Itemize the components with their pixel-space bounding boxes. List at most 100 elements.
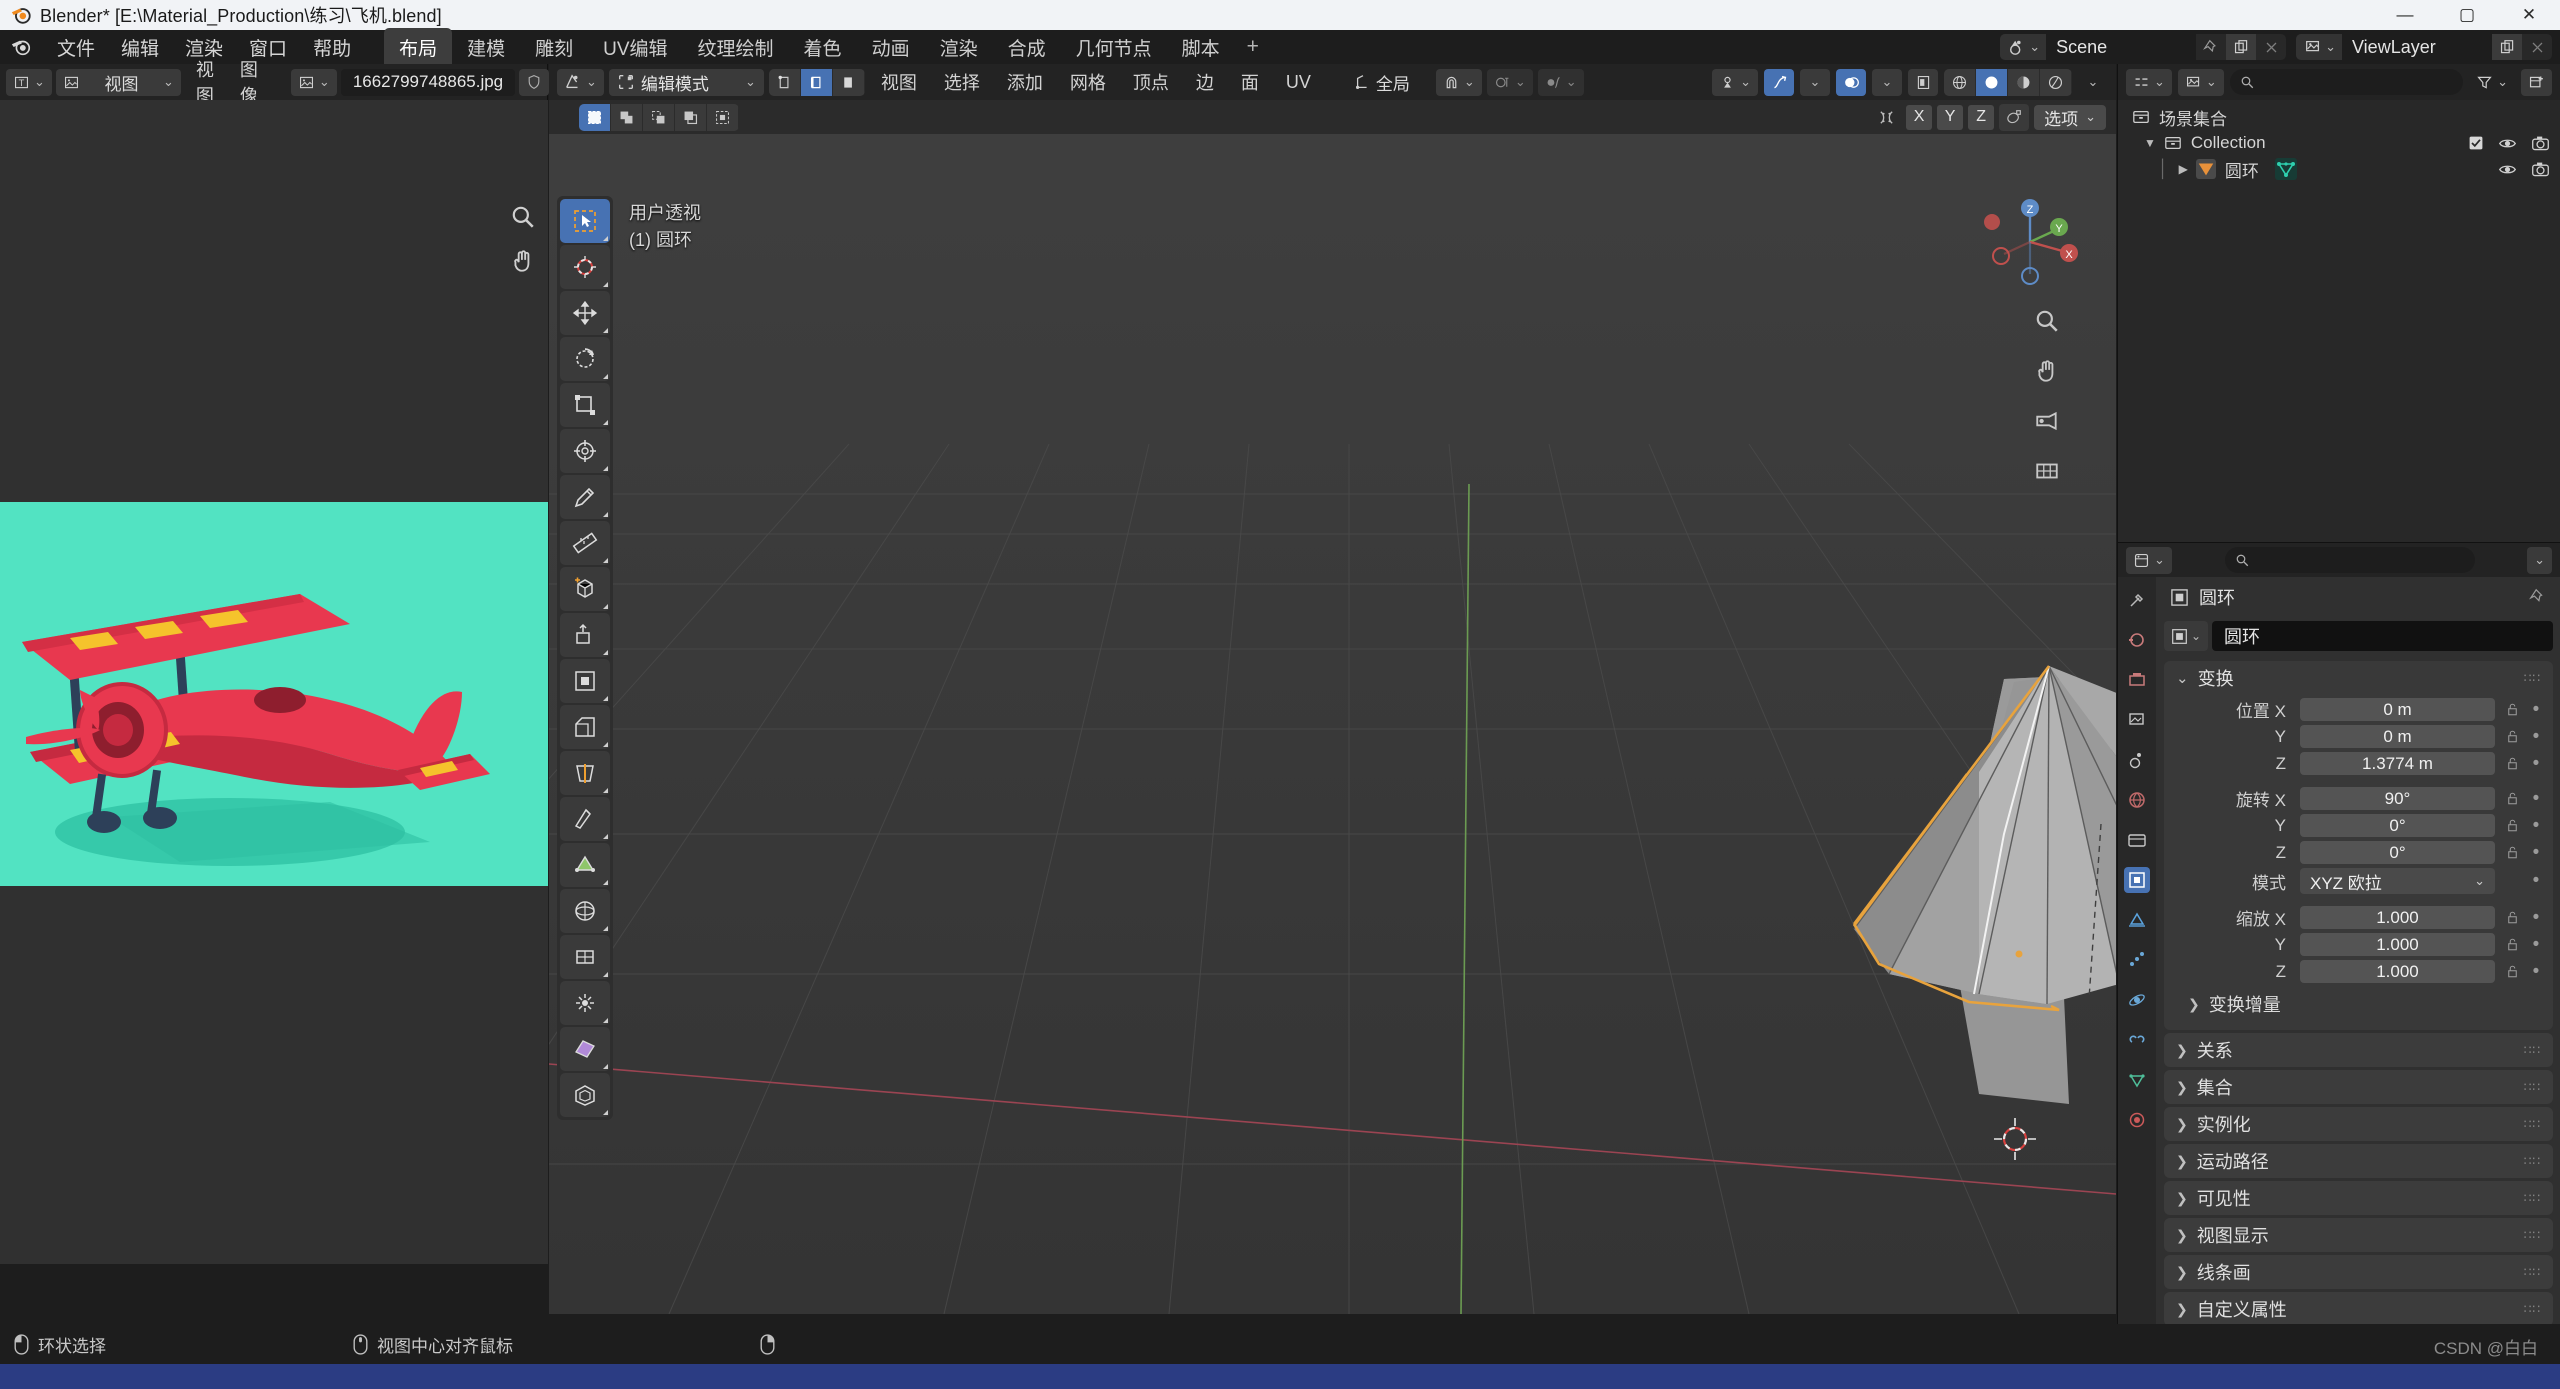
vertex-select-icon[interactable] — [768, 68, 801, 96]
eye-icon[interactable] — [2498, 134, 2517, 153]
menu-file[interactable]: 文件 — [44, 30, 108, 65]
viewport-menu-mesh[interactable]: 网格 — [1059, 66, 1117, 98]
mirror-x-icon[interactable] — [1871, 104, 1901, 131]
viewport-menu-edge[interactable]: 边 — [1185, 66, 1225, 98]
extrude-region-tool[interactable] — [560, 613, 610, 657]
view-axis-gizmo[interactable]: Z Y X — [1982, 194, 2078, 290]
transform-panel-header[interactable]: ⌄ 变换 ∷∷ — [2164, 661, 2553, 695]
3d-viewport[interactable]: ⌄ 编辑模式 ⌄ 视图 选择 添加 网格 顶点 边 面 UV 全局 ⌄ ⌄ ⌄ … — [549, 64, 2116, 1314]
rotation-mode-dropdown[interactable]: XYZ 欧拉 ⌄ — [2300, 868, 2495, 894]
mirror-axis-z-button[interactable]: Z — [1968, 104, 1995, 130]
workspace-tab-animation[interactable]: 动画 — [857, 28, 925, 67]
new-scene-icon[interactable] — [2226, 34, 2257, 60]
delete-scene-icon[interactable] — [2256, 34, 2286, 60]
move-tool[interactable] — [560, 291, 610, 335]
lock-rotation-z-icon[interactable] — [2501, 845, 2523, 860]
viewlayer-name[interactable]: ViewLayer — [2342, 34, 2492, 60]
viewport-display-panel-header[interactable]: ❯ 视图显示 ∷∷ — [2164, 1218, 2553, 1252]
scene-selector[interactable]: ⌄ Scene — [2000, 34, 2287, 60]
solid-shading-icon[interactable] — [1976, 68, 2008, 96]
minimize-button[interactable]: — — [2374, 0, 2436, 30]
scale-x-field[interactable]: 1.000 — [2300, 906, 2495, 929]
chevron-right-icon[interactable]: ❯ — [2176, 1079, 2188, 1096]
tab-render[interactable] — [2124, 627, 2150, 653]
viewport-menu-view[interactable]: 视图 — [870, 66, 928, 98]
animate-location-z-icon[interactable]: • — [2529, 753, 2543, 775]
rotation-y-field[interactable]: 0° — [2300, 814, 2495, 837]
relations-panel-header[interactable]: ❯ 关系 ∷∷ — [2164, 1033, 2553, 1067]
tweak-select-tool[interactable] — [560, 199, 610, 243]
outliner-search-input[interactable] — [2229, 69, 2464, 95]
tab-modifier[interactable] — [2124, 907, 2150, 933]
viewport-menu-select[interactable]: 选择 — [933, 66, 991, 98]
pin-scene-icon[interactable] — [2196, 34, 2226, 60]
chevron-right-icon[interactable]: ❯ — [2188, 996, 2200, 1013]
location-y-field[interactable]: 0 m — [2300, 725, 2495, 748]
blender-menu-icon[interactable] — [10, 36, 32, 58]
location-x-field[interactable]: 0 m — [2300, 698, 2495, 721]
chevron-right-icon[interactable]: ❯ — [2176, 1190, 2188, 1207]
smooth-tool[interactable] — [560, 935, 610, 979]
camera-view-icon[interactable] — [2030, 404, 2064, 438]
rotation-z-field[interactable]: 0° — [2300, 841, 2495, 864]
tab-view-layer[interactable] — [2124, 707, 2150, 733]
chevron-right-icon[interactable]: ❯ — [2176, 1301, 2188, 1318]
mirror-axis-y-button[interactable]: Y — [1937, 104, 1964, 130]
toggle-orthographic-icon[interactable] — [2030, 454, 2064, 488]
eye-icon[interactable] — [2498, 160, 2517, 179]
viewport-menu-add[interactable]: 添加 — [996, 66, 1054, 98]
workspace-tab-rendering[interactable]: 渲染 — [925, 28, 993, 67]
tab-particles[interactable] — [2124, 947, 2150, 973]
spin-tool[interactable] — [560, 889, 610, 933]
add-workspace-button[interactable]: + — [1235, 32, 1271, 62]
rendered-shading-icon[interactable] — [2040, 68, 2072, 96]
animate-rotation-y-icon[interactable]: • — [2529, 815, 2543, 837]
object-datablock-icon[interactable]: ⌄ — [2164, 621, 2208, 651]
shrink-fatten-tool[interactable] — [560, 1073, 610, 1117]
overlays-dropdown-icon[interactable]: ⌄ — [1872, 68, 1902, 96]
edge-select-icon[interactable] — [800, 68, 833, 96]
visibility-panel-header[interactable]: ❯ 可见性 ∷∷ — [2164, 1181, 2553, 1215]
zoom-icon[interactable] — [506, 200, 540, 234]
mirror-axis-x-button[interactable]: X — [1906, 104, 1933, 130]
image-datablock-icon[interactable]: ⌄ — [290, 68, 337, 96]
pin-icon[interactable] — [2529, 588, 2547, 606]
maximize-button[interactable]: ▢ — [2436, 0, 2498, 30]
outliner-row-collection[interactable]: ▼ Collection — [2118, 130, 2560, 156]
outliner-row-object[interactable]: │ ▶ 圆环 — [2118, 156, 2560, 182]
transform-tool[interactable] — [560, 429, 610, 473]
instancing-panel[interactable]: ❯ 实例化 ∷∷ — [2164, 1107, 2553, 1141]
custom-properties-panel[interactable]: ❯ 自定义属性 ∷∷ — [2164, 1292, 2553, 1325]
lock-location-z-icon[interactable] — [2501, 756, 2523, 771]
relations-panel[interactable]: ❯ 关系 ∷∷ — [2164, 1033, 2553, 1067]
add-cube-tool[interactable] — [560, 567, 610, 611]
intersect-select-icon[interactable] — [707, 103, 739, 131]
visibility-panel[interactable]: ❯ 可见性 ∷∷ — [2164, 1181, 2553, 1215]
show-overlays-icon[interactable] — [1836, 68, 1866, 96]
workspace-tab-shading[interactable]: 着色 — [789, 28, 857, 67]
outliner-editor-type-selector[interactable]: ⌄ — [2126, 68, 2172, 96]
image-name-field[interactable]: 1662799748865.jpg — [340, 68, 516, 96]
image-editor-canvas[interactable] — [0, 100, 548, 1264]
chevron-down-icon[interactable]: ⌄ — [2176, 669, 2189, 687]
fake-user-icon[interactable] — [519, 68, 550, 96]
workspace-tab-texture-paint[interactable]: 纹理绘制 — [683, 28, 789, 67]
expand-triangle-icon[interactable]: ▶ — [2179, 162, 2188, 176]
tab-output[interactable] — [2124, 667, 2150, 693]
rotate-tool[interactable] — [560, 337, 610, 381]
workspace-tab-sculpting[interactable]: 雕刻 — [520, 28, 588, 67]
transform-orientation-selector[interactable]: 全局 — [1347, 69, 1417, 96]
properties-editor-type-selector[interactable]: ⌄ — [2126, 546, 2172, 574]
hand-icon[interactable] — [506, 244, 540, 278]
scale-z-field[interactable]: 1.000 — [2300, 960, 2495, 983]
lock-location-y-icon[interactable] — [2501, 729, 2523, 744]
viewport-menu-vertex[interactable]: 顶点 — [1122, 66, 1180, 98]
knife-tool[interactable] — [560, 797, 610, 841]
annotate-tool[interactable] — [560, 475, 610, 519]
workspace-tab-modeling[interactable]: 建模 — [452, 28, 520, 67]
chevron-right-icon[interactable]: ❯ — [2176, 1227, 2188, 1244]
tab-scene[interactable] — [2124, 747, 2150, 773]
menu-help[interactable]: 帮助 — [300, 30, 364, 65]
rotation-x-field[interactable]: 90° — [2300, 787, 2495, 810]
mesh-data-icon[interactable] — [2274, 158, 2297, 180]
